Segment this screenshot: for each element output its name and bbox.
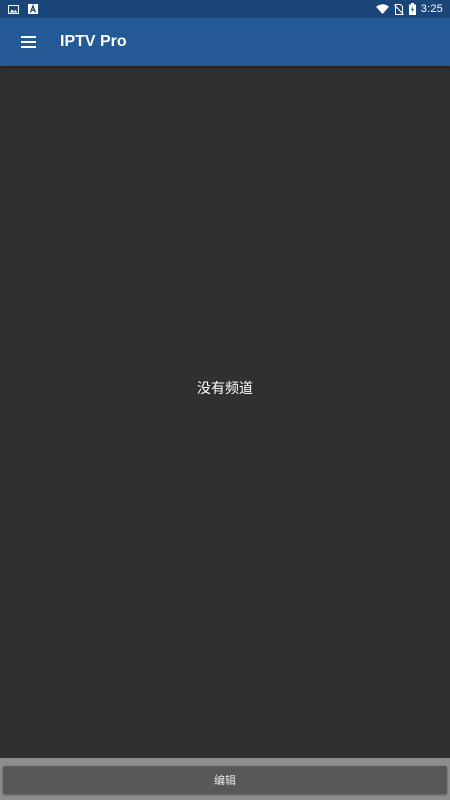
a-notification-icon [28,4,38,14]
battery-charging-icon [408,3,416,15]
app-title: IPTV Pro [60,33,127,50]
status-bar: 3:25 [0,0,450,18]
status-bar-system: 3:25 [375,3,450,15]
hamburger-menu-icon [20,33,36,52]
empty-channels-message: 没有频道 [197,381,253,397]
menu-button[interactable] [0,18,56,66]
image-notification-icon [8,4,19,14]
status-bar-notifications [0,4,38,14]
app-bar: IPTV Pro [0,18,450,66]
edit-button[interactable]: 编辑 [3,766,447,794]
no-sim-icon [393,3,404,15]
status-time: 3:25 [420,3,443,15]
wifi-icon [375,4,389,14]
